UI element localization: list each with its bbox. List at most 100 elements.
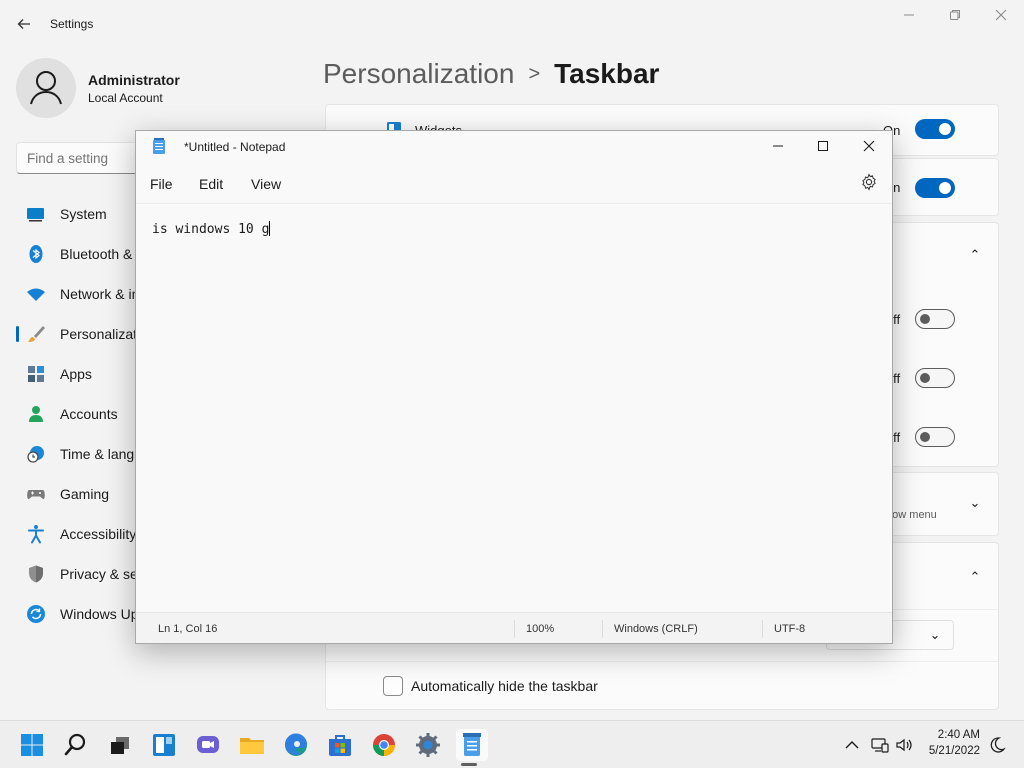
chrome-button[interactable]: [368, 729, 400, 761]
notepad-icon: [463, 733, 481, 756]
settings-titlebar: Settings: [0, 0, 1024, 48]
chevron-up-icon[interactable]: ⌃: [967, 569, 983, 585]
notepad-statusbar: Ln 1, Col 16 100% Windows (CRLF) UTF-8: [136, 612, 892, 643]
auto-hide-label: Automatically hide the taskbar: [411, 678, 598, 694]
chevron-down-icon[interactable]: ⌄: [967, 495, 983, 511]
corner-toggle-3[interactable]: [915, 427, 955, 447]
user-silhouette-icon: [30, 71, 62, 105]
widgets-button[interactable]: [148, 729, 180, 761]
settings-taskbar-button[interactable]: [412, 729, 444, 761]
app-title: Settings: [50, 17, 94, 31]
status-divider: [514, 620, 515, 638]
page-title: Taskbar: [554, 58, 660, 89]
corner-toggle-2[interactable]: [915, 368, 955, 388]
menu-view[interactable]: View: [251, 176, 281, 192]
account-type: Local Account: [88, 91, 163, 105]
start-icon: [21, 734, 43, 756]
chevron-down-icon: ⌄: [929, 627, 941, 642]
notepad-text-area[interactable]: is windows 10 g: [136, 203, 892, 611]
corner-toggle-1[interactable]: [915, 309, 955, 329]
status-position: Ln 1, Col 16: [158, 623, 218, 635]
chrome-icon: [373, 734, 395, 756]
status-divider: [762, 620, 763, 638]
settings-icon: [416, 733, 440, 757]
status-divider: [602, 620, 603, 638]
file-explorer-button[interactable]: [236, 729, 268, 761]
store-button[interactable]: [324, 729, 356, 761]
minimize-button[interactable]: [897, 6, 921, 28]
status-encoding: UTF-8: [774, 623, 806, 635]
close-button[interactable]: [989, 6, 1013, 28]
edge-icon: [284, 733, 307, 756]
notepad-window: *Untitled - Notepad File Edit View is wi…: [135, 130, 893, 644]
notepad-taskbar-button[interactable]: [456, 729, 488, 761]
task-view-icon: [111, 737, 129, 754]
edge-button[interactable]: [280, 729, 312, 761]
nav-label: System: [60, 206, 107, 222]
person-icon: [29, 406, 43, 422]
status-zoom: 100%: [526, 623, 555, 635]
nav-label: Gaming: [60, 486, 110, 502]
notepad-icon: [153, 138, 165, 154]
nav-label: Accessibility: [60, 526, 137, 542]
network-wired-icon[interactable]: [870, 735, 890, 755]
taskbar: [0, 720, 1024, 768]
notepad-menubar: File Edit View: [136, 169, 892, 201]
notepad-text: is windows 10 g: [152, 222, 270, 237]
minimize-icon: [904, 14, 914, 16]
nav-label: Accounts: [60, 406, 118, 422]
monitor-icon: [27, 208, 44, 222]
start-button[interactable]: [16, 729, 48, 761]
restore-icon: [950, 10, 960, 20]
notepad-minimize-button[interactable]: [764, 135, 792, 159]
text-caret: [269, 221, 271, 236]
chat-button[interactable]: [192, 729, 224, 761]
nav-label: Apps: [60, 366, 92, 382]
volume-icon[interactable]: [894, 735, 914, 755]
notepad-close-button[interactable]: [855, 135, 883, 159]
notepad-titlebar[interactable]: *Untitled - Notepad: [136, 131, 892, 163]
restore-button[interactable]: [943, 6, 967, 28]
auto-hide-checkbox[interactable]: [383, 676, 403, 696]
breadcrumb: Personalization > Taskbar: [323, 58, 659, 90]
close-icon: [995, 9, 1007, 21]
shield-icon: [29, 565, 43, 583]
chevron-up-icon[interactable]: [842, 735, 862, 755]
menu-file[interactable]: File: [150, 176, 173, 192]
notepad-maximize-button[interactable]: [809, 135, 837, 159]
menu-edit[interactable]: Edit: [199, 176, 223, 192]
store-icon: [329, 735, 351, 756]
widgets-icon: [153, 734, 175, 756]
clock-time[interactable]: 2:40 AM: [930, 729, 980, 741]
gear-icon[interactable]: [860, 173, 878, 191]
maximize-icon: [818, 141, 828, 151]
active-indicator: [16, 326, 19, 342]
user-name: Administrator: [88, 72, 180, 88]
minimize-icon: [773, 145, 783, 147]
close-icon: [863, 140, 875, 152]
search-icon: [64, 733, 86, 756]
brush-icon: [28, 326, 45, 342]
widgets-toggle[interactable]: [915, 119, 955, 139]
task-view-button[interactable]: [104, 729, 136, 761]
apps-icon: [28, 366, 44, 382]
back-arrow-icon: [17, 19, 30, 29]
accessibility-icon: [28, 525, 44, 544]
taskbar-search-button[interactable]: [60, 729, 92, 761]
clock-globe-icon: [27, 446, 44, 463]
avatar[interactable]: [16, 58, 76, 118]
notepad-content: is windows 10 g: [152, 221, 271, 237]
back-button[interactable]: [12, 12, 36, 36]
divider: [326, 661, 998, 662]
chat-icon: [197, 736, 219, 753]
focus-assist-icon[interactable]: [987, 735, 1007, 755]
clock-date[interactable]: 5/21/2022: [920, 745, 980, 757]
chevron-right-icon: >: [528, 63, 541, 85]
bluetooth-icon: [29, 245, 43, 263]
breadcrumb-parent[interactable]: Personalization: [323, 58, 514, 89]
chevron-up-icon[interactable]: ⌃: [967, 247, 983, 263]
notepad-title: *Untitled - Notepad: [184, 140, 286, 154]
status-line-ending: Windows (CRLF): [614, 623, 698, 635]
row2-toggle[interactable]: [915, 178, 955, 198]
active-app-indicator: [461, 763, 477, 766]
